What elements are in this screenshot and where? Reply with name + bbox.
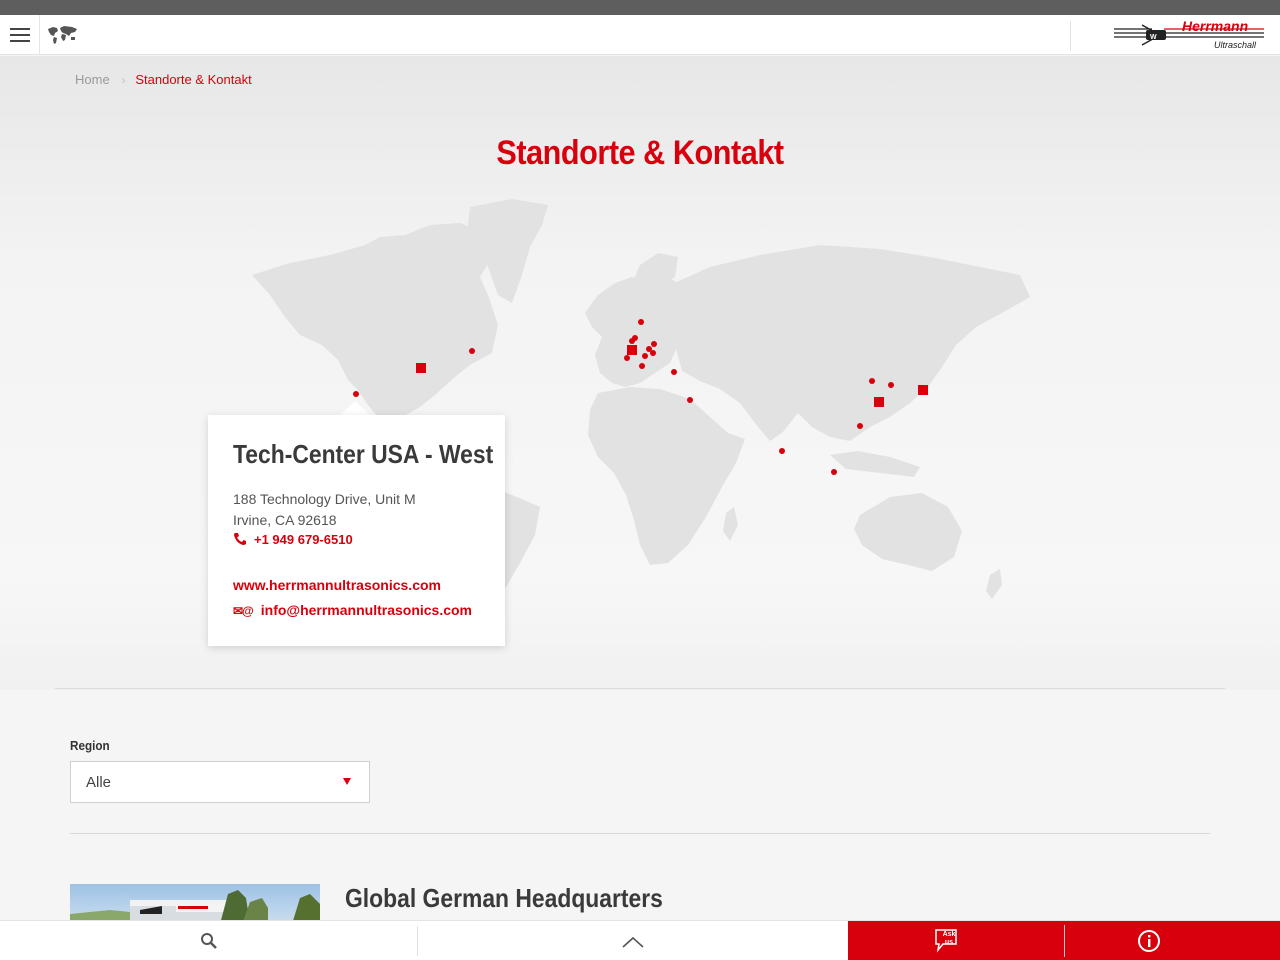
popup-phone-number: +1 949 679-6510: [254, 532, 353, 547]
location-marker: [831, 469, 837, 475]
popup-address-line2: Irvine, CA 92618: [233, 512, 337, 528]
logo-brand-text: Herrmann: [1182, 19, 1248, 34]
breadcrumb: Home › Standorte & Kontakt: [75, 72, 252, 89]
location-image[interactable]: [70, 884, 320, 924]
mail-icon: ✉@: [233, 604, 254, 618]
location-marker: [869, 378, 875, 384]
continent-africa: [588, 387, 745, 565]
world-map-button[interactable]: [44, 23, 80, 47]
info-button[interactable]: [1065, 921, 1280, 960]
continent-north-america: [252, 223, 498, 433]
location-marker: [687, 397, 693, 403]
continent-madagascar: [723, 507, 738, 541]
location-marker: [779, 448, 785, 454]
continent-indonesia: [830, 451, 920, 477]
search-button[interactable]: [0, 921, 417, 960]
search-icon: [201, 933, 217, 949]
phone-icon: [234, 533, 246, 545]
building-photo: [70, 890, 320, 924]
popup-address-line1: 188 Technology Drive, Unit M: [233, 491, 416, 507]
menu-icon-bar: [10, 34, 30, 36]
location-marker-hq: [918, 385, 928, 395]
popup-pointer: [340, 401, 370, 415]
location-title[interactable]: Global German Headquarters: [345, 882, 663, 914]
location-marker: [651, 341, 657, 347]
info-icon: [1138, 930, 1160, 952]
page-title: Standorte & Kontakt: [496, 134, 784, 172]
top-strip: [0, 0, 1280, 15]
region-select-value: Alle: [86, 774, 112, 791]
ask-us-label: Ask us: [942, 931, 956, 947]
location-marker: [353, 391, 359, 397]
popup-phone-link[interactable]: +1 949 679-6510: [233, 532, 353, 548]
popup-title: Tech-Center USA - West: [233, 439, 494, 469]
ask-us-button[interactable]: Ask us: [848, 921, 1064, 960]
popup-website-link[interactable]: www.herrmannultrasonics.com: [233, 577, 441, 593]
logo-sub-text: Ultraschall: [1214, 40, 1257, 50]
menu-icon-bar: [10, 40, 30, 42]
location-marker-hq: [874, 397, 884, 407]
continent-australia: [854, 493, 962, 571]
continent-new-zealand: [986, 569, 1002, 599]
popup-email-address: info@herrmannultrasonics.com: [260, 602, 473, 618]
location-marker: [624, 355, 630, 361]
breadcrumb-chevron-icon: ›: [121, 75, 126, 87]
chevron-up-icon: [622, 936, 644, 948]
location-marker: [642, 353, 648, 359]
region-select[interactable]: Alle: [70, 761, 370, 803]
location-marker: [629, 338, 635, 344]
location-marker: [857, 423, 863, 429]
popup-email-link[interactable]: ✉@ info@herrmannultrasonics.com: [233, 602, 472, 619]
location-marker: [639, 363, 645, 369]
location-popup: Tech-Center USA - West 188 Technology Dr…: [208, 415, 505, 646]
world-map-icon: [48, 26, 77, 44]
breadcrumb-home[interactable]: Home: [75, 72, 110, 87]
location-marker: [469, 348, 475, 354]
svg-text:W: W: [1150, 34, 1157, 41]
location-marker: [671, 369, 677, 375]
herrmann-logo[interactable]: W Herrmann Ultraschall: [1112, 18, 1268, 53]
ask-us-label-line2: us: [944, 939, 954, 946]
bottom-bar-actions: Ask us: [848, 921, 1280, 960]
region-label: Region: [70, 738, 110, 753]
logo-mark: W Herrmann Ultraschall: [1114, 18, 1264, 50]
menu-button[interactable]: [0, 15, 40, 55]
location-marker: [650, 350, 656, 356]
section-divider: [55, 688, 1225, 689]
location-marker: [888, 382, 894, 388]
location-marker-hq: [627, 345, 637, 355]
header-divider: [1070, 21, 1071, 51]
breadcrumb-current: Standorte & Kontakt: [135, 72, 252, 87]
popup-address: 188 Technology Drive, Unit M Irvine, CA …: [233, 489, 416, 531]
header: W Herrmann Ultraschall: [0, 15, 1280, 55]
location-marker-hq: [416, 363, 426, 373]
ask-us-label-line1: Ask: [942, 931, 956, 938]
scroll-to-top-button[interactable]: [418, 921, 848, 960]
caret-down-icon: [343, 778, 351, 785]
continent-asia: [670, 245, 1030, 441]
list-divider: [70, 833, 1210, 834]
bottom-bar: Ask us: [0, 920, 1280, 960]
menu-icon-bar: [10, 28, 30, 30]
location-marker: [638, 319, 644, 325]
